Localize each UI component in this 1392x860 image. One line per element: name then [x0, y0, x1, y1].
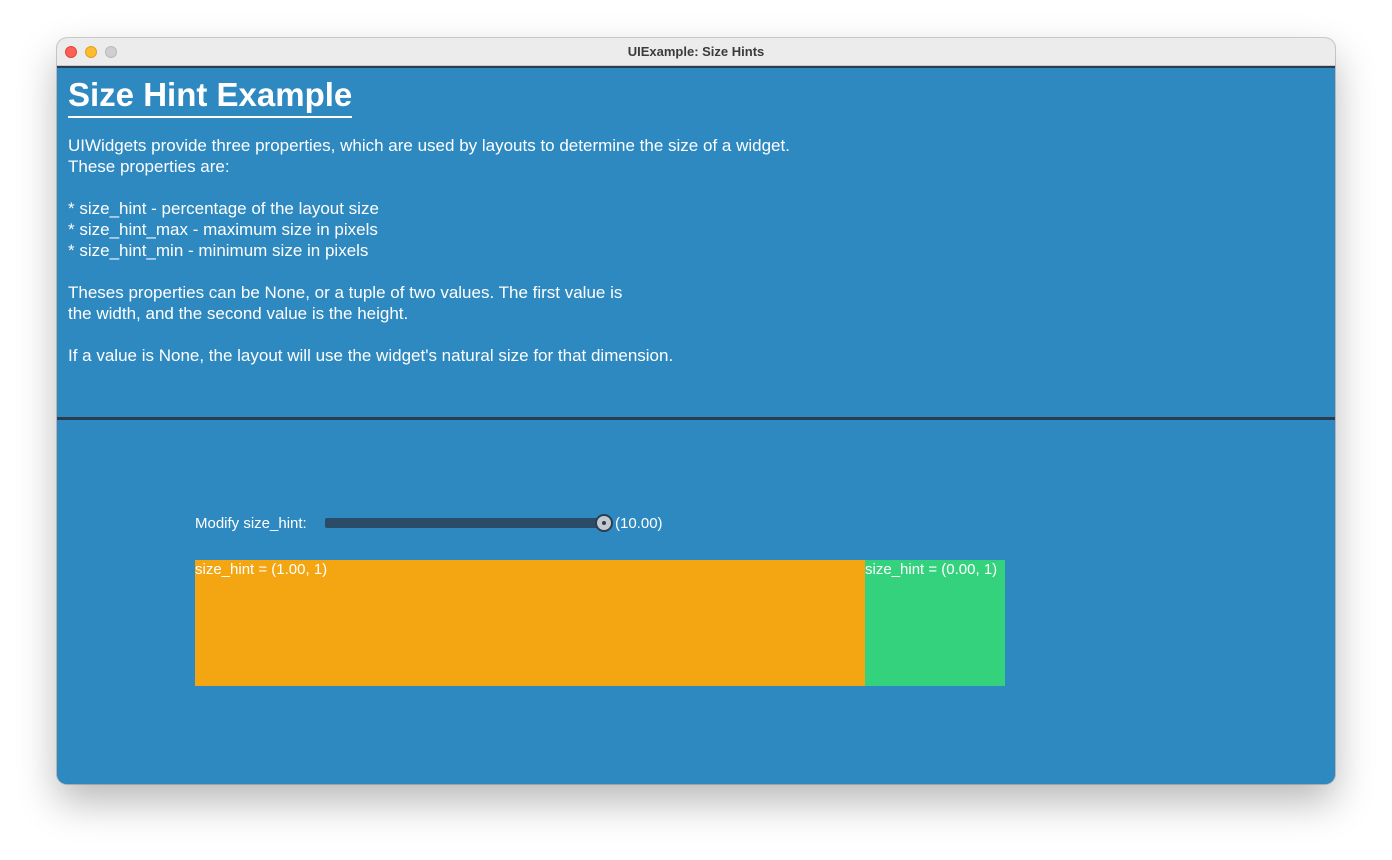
right-size-hint-box: size_hint = (0.00, 1) — [865, 560, 1005, 686]
section-divider — [57, 417, 1335, 420]
description-line: * size_hint - percentage of the layout s… — [68, 199, 379, 218]
description-line: These properties are: — [68, 157, 230, 176]
left-size-hint-box: size_hint = (1.00, 1) — [195, 560, 865, 686]
description-line: the width, and the second value is the h… — [68, 304, 409, 323]
description-line: If a value is None, the layout will use … — [68, 346, 674, 365]
description-line: Theses properties can be None, or a tupl… — [68, 283, 623, 302]
size-hint-slider-thumb[interactable] — [595, 514, 613, 532]
window-title: UIExample: Size Hints — [627, 44, 765, 59]
title-bar: UIExample: Size Hints — [57, 38, 1335, 66]
left-box-label: size_hint = (1.00, 1) — [195, 561, 328, 578]
app-window: UIExample: Size Hints Size Hint Example … — [57, 38, 1335, 784]
content-area: Size Hint Example UIWidgets provide thre… — [57, 66, 1335, 784]
size-hint-slider-track[interactable] — [325, 518, 605, 528]
right-box-label: size_hint = (0.00, 1) — [865, 561, 998, 578]
page-title: Size Hint Example — [68, 76, 353, 118]
top-border — [57, 66, 1335, 68]
description-text: UIWidgets provide three properties, whic… — [68, 135, 1068, 366]
description-line: * size_hint_max - maximum size in pixels — [68, 220, 378, 239]
description-line — [68, 324, 1068, 345]
description-line — [68, 177, 1068, 198]
description-line: * size_hint_min - minimum size in pixels — [68, 241, 369, 260]
slider-value: (10.00) — [615, 515, 663, 532]
slider-label: Modify size_hint: — [195, 515, 307, 532]
description-line: UIWidgets provide three properties, whic… — [68, 136, 790, 155]
description-line — [68, 261, 1068, 282]
